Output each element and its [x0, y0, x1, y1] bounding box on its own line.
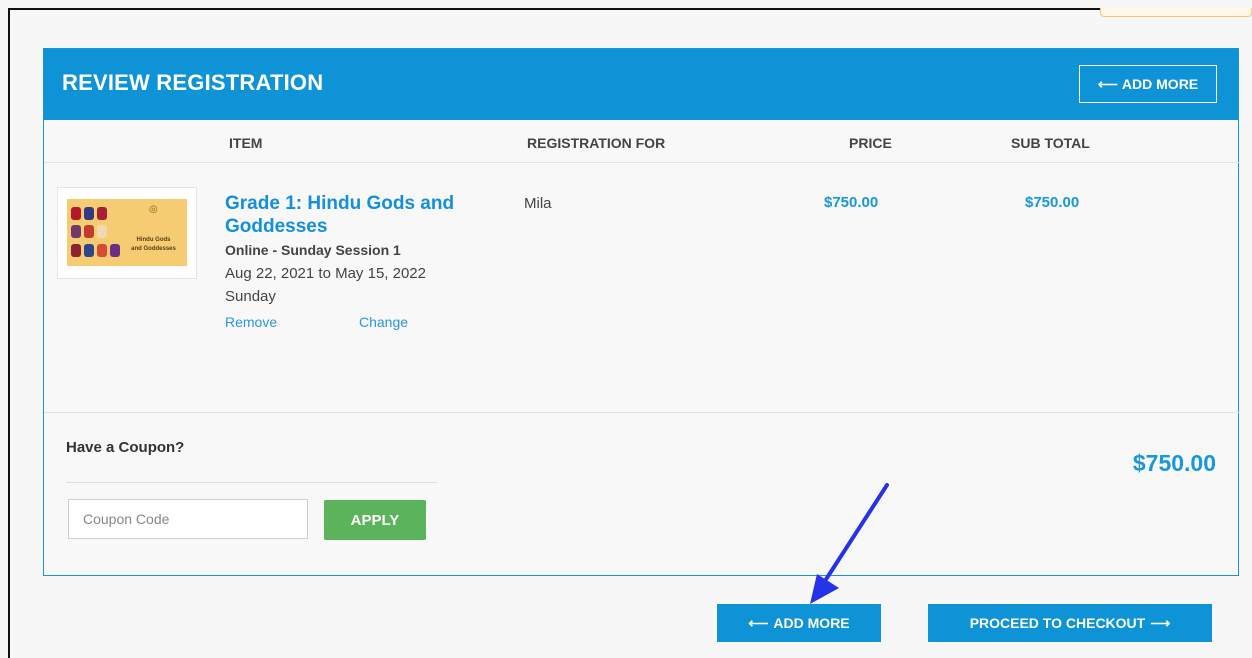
- apply-coupon-button[interactable]: APPLY: [324, 500, 426, 540]
- subtotal-column-header: SUB TOTAL: [1011, 135, 1090, 151]
- footer-add-more-label: ADD MORE: [773, 615, 850, 631]
- header-add-more-button[interactable]: ⟵ ADD MORE: [1079, 65, 1217, 103]
- footer-add-more-button[interactable]: ⟵ ADD MORE: [717, 604, 881, 642]
- price-value: $750.00: [824, 194, 879, 211]
- coupon-code-input[interactable]: [68, 499, 308, 539]
- course-thumbnail[interactable]: ◎ Hindu Gods and Goddesses: [57, 187, 197, 279]
- item-column-header: ITEM: [229, 135, 263, 151]
- subtotal-value: $750.00: [1025, 194, 1080, 211]
- thumbnail-title-line-1: Hindu Gods: [136, 237, 171, 243]
- left-arrow-icon: ⟵: [748, 614, 769, 631]
- right-arrow-icon: ⟶: [1150, 614, 1171, 631]
- left-arrow-icon: ⟵: [1097, 75, 1118, 92]
- session-day: Sunday: [225, 288, 276, 305]
- registration-for-value: Mila: [524, 195, 552, 212]
- annotation-arrow-icon: [810, 483, 889, 604]
- thumbnail-title-line-2: and Goddesses: [131, 246, 176, 252]
- header-add-more-label: ADD MORE: [1121, 76, 1199, 92]
- top-notice-tab: [1100, 8, 1252, 17]
- review-registration-panel: REVIEW REGISTRATION ⟵ ADD MORE ITEM REGI…: [43, 48, 1240, 576]
- coupon-underline: [66, 482, 437, 483]
- lotus-logo-icon: ◎: [149, 204, 158, 215]
- checkout-label: PROCEED TO CHECKOUT: [969, 615, 1146, 631]
- proceed-to-checkout-button[interactable]: PROCEED TO CHECKOUT ⟶: [928, 604, 1212, 642]
- session-dates: Aug 22, 2021 to May 15, 2022: [225, 265, 426, 282]
- coupon-divider: [44, 412, 1240, 413]
- review-registration-header: REVIEW REGISTRATION ⟵ ADD MORE: [44, 49, 1238, 120]
- registration-total: $750.00: [1132, 450, 1216, 476]
- header-divider: [44, 162, 1240, 163]
- price-column-header: PRICE: [849, 135, 892, 151]
- panel-title: REVIEW REGISTRATION: [62, 70, 324, 95]
- change-link[interactable]: Change: [359, 314, 408, 330]
- coupon-label: Have a Coupon?: [66, 439, 185, 456]
- course-title-link[interactable]: Grade 1: Hindu Gods and Goddesses: [225, 192, 475, 238]
- registration-for-column-header: REGISTRATION FOR: [527, 135, 666, 151]
- hindu-gods-thumbnail-image: ◎ Hindu Gods and Goddesses: [67, 199, 187, 266]
- remove-link[interactable]: Remove: [225, 314, 277, 330]
- session-name: Online - Sunday Session 1: [225, 242, 401, 258]
